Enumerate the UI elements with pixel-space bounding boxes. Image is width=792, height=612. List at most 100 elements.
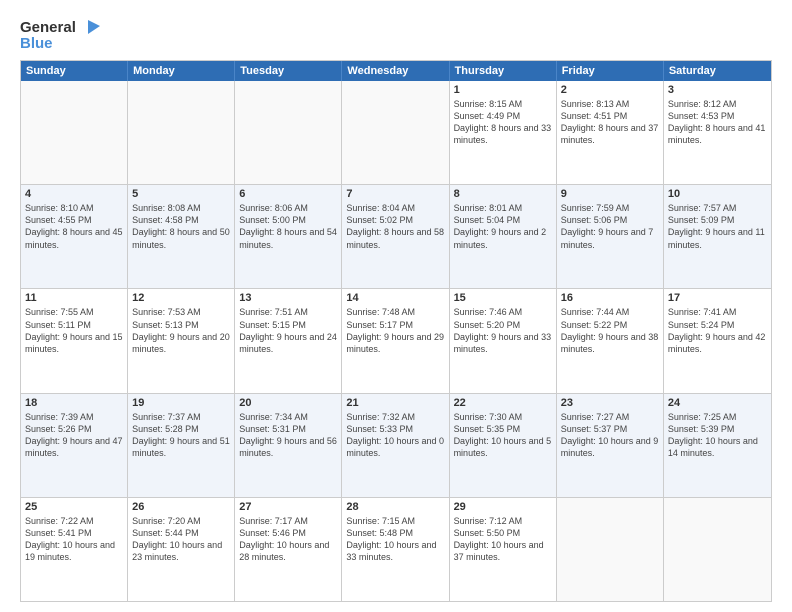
day-number: 1: [454, 84, 552, 96]
day-cell-18: 18 Sunrise: 7:39 AM Sunset: 5:26 PM Dayli…: [21, 394, 128, 497]
day-cell-15: 15 Sunrise: 7:46 AM Sunset: 5:20 PM Dayli…: [450, 289, 557, 392]
day-header-saturday: Saturday: [664, 61, 771, 81]
day-info: Sunrise: 8:04 AM Sunset: 5:02 PM Dayligh…: [346, 202, 444, 251]
day-info: Sunrise: 7:53 AM Sunset: 5:13 PM Dayligh…: [132, 306, 230, 355]
day-number: 22: [454, 397, 552, 409]
empty-cell: [664, 498, 771, 601]
day-cell-21: 21 Sunrise: 7:32 AM Sunset: 5:33 PM Dayli…: [342, 394, 449, 497]
day-number: 4: [25, 188, 123, 200]
logo: GeneralBlue: [20, 16, 110, 52]
day-number: 19: [132, 397, 230, 409]
calendar-header: SundayMondayTuesdayWednesdayThursdayFrid…: [21, 61, 771, 81]
svg-text:Blue: Blue: [20, 35, 53, 52]
day-cell-10: 10 Sunrise: 7:57 AM Sunset: 5:09 PM Dayli…: [664, 185, 771, 288]
day-number: 7: [346, 188, 444, 200]
day-number: 12: [132, 292, 230, 304]
day-number: 23: [561, 397, 659, 409]
day-info: Sunrise: 7:46 AM Sunset: 5:20 PM Dayligh…: [454, 306, 552, 355]
calendar: SundayMondayTuesdayWednesdayThursdayFrid…: [20, 60, 772, 602]
empty-cell: [342, 81, 449, 184]
day-cell-23: 23 Sunrise: 7:27 AM Sunset: 5:37 PM Dayli…: [557, 394, 664, 497]
day-cell-11: 11 Sunrise: 7:55 AM Sunset: 5:11 PM Dayli…: [21, 289, 128, 392]
empty-cell: [128, 81, 235, 184]
day-info: Sunrise: 7:41 AM Sunset: 5:24 PM Dayligh…: [668, 306, 767, 355]
day-number: 28: [346, 501, 444, 513]
day-number: 25: [25, 501, 123, 513]
day-number: 15: [454, 292, 552, 304]
day-number: 21: [346, 397, 444, 409]
day-info: Sunrise: 7:51 AM Sunset: 5:15 PM Dayligh…: [239, 306, 337, 355]
day-number: 6: [239, 188, 337, 200]
day-cell-5: 5 Sunrise: 8:08 AM Sunset: 4:58 PM Daylig…: [128, 185, 235, 288]
day-cell-24: 24 Sunrise: 7:25 AM Sunset: 5:39 PM Dayli…: [664, 394, 771, 497]
day-info: Sunrise: 7:55 AM Sunset: 5:11 PM Dayligh…: [25, 306, 123, 355]
day-info: Sunrise: 7:32 AM Sunset: 5:33 PM Dayligh…: [346, 411, 444, 460]
empty-cell: [235, 81, 342, 184]
day-info: Sunrise: 7:15 AM Sunset: 5:48 PM Dayligh…: [346, 515, 444, 564]
day-info: Sunrise: 8:06 AM Sunset: 5:00 PM Dayligh…: [239, 202, 337, 251]
day-number: 2: [561, 84, 659, 96]
calendar-row-1: 1Sunrise: 8:15 AM Sunset: 4:49 PM Daylig…: [21, 81, 771, 185]
day-number: 20: [239, 397, 337, 409]
calendar-row-5: 25Sunrise: 7:22 AM Sunset: 5:41 PM Dayli…: [21, 498, 771, 601]
day-info: Sunrise: 7:39 AM Sunset: 5:26 PM Dayligh…: [25, 411, 123, 460]
day-number: 24: [668, 397, 767, 409]
day-header-monday: Monday: [128, 61, 235, 81]
day-header-wednesday: Wednesday: [342, 61, 449, 81]
day-header-tuesday: Tuesday: [235, 61, 342, 81]
day-cell-4: 4 Sunrise: 8:10 AM Sunset: 4:55 PM Daylig…: [21, 185, 128, 288]
empty-cell: [557, 498, 664, 601]
empty-cell: [21, 81, 128, 184]
day-number: 26: [132, 501, 230, 513]
day-number: 5: [132, 188, 230, 200]
day-number: 18: [25, 397, 123, 409]
svg-text:General: General: [20, 19, 76, 36]
calendar-body: 1Sunrise: 8:15 AM Sunset: 4:49 PM Daylig…: [21, 81, 771, 601]
day-info: Sunrise: 7:25 AM Sunset: 5:39 PM Dayligh…: [668, 411, 767, 460]
day-cell-8: 8 Sunrise: 8:01 AM Sunset: 5:04 PM Daylig…: [450, 185, 557, 288]
day-info: Sunrise: 8:08 AM Sunset: 4:58 PM Dayligh…: [132, 202, 230, 251]
day-cell-20: 20Sunrise: 7:34 AM Sunset: 5:31 PM Dayli…: [235, 394, 342, 497]
day-cell-6: 6 Sunrise: 8:06 AM Sunset: 5:00 PM Daylig…: [235, 185, 342, 288]
day-number: 13: [239, 292, 337, 304]
day-info: Sunrise: 8:10 AM Sunset: 4:55 PM Dayligh…: [25, 202, 123, 251]
day-info: Sunrise: 7:59 AM Sunset: 5:06 PM Dayligh…: [561, 202, 659, 251]
day-number: 11: [25, 292, 123, 304]
day-info: Sunrise: 7:30 AM Sunset: 5:35 PM Dayligh…: [454, 411, 552, 460]
page-header: GeneralBlue: [20, 16, 772, 52]
day-cell-3: 3Sunrise: 8:12 AM Sunset: 4:53 PM Daylig…: [664, 81, 771, 184]
calendar-row-2: 4 Sunrise: 8:10 AM Sunset: 4:55 PM Daylig…: [21, 185, 771, 289]
day-cell-16: 16Sunrise: 7:44 AM Sunset: 5:22 PM Dayli…: [557, 289, 664, 392]
day-info: Sunrise: 8:01 AM Sunset: 5:04 PM Dayligh…: [454, 202, 552, 251]
day-number: 9: [561, 188, 659, 200]
day-info: Sunrise: 7:48 AM Sunset: 5:17 PM Dayligh…: [346, 306, 444, 355]
day-cell-22: 22 Sunrise: 7:30 AM Sunset: 5:35 PM Dayli…: [450, 394, 557, 497]
day-header-sunday: Sunday: [21, 61, 128, 81]
day-number: 16: [561, 292, 659, 304]
day-info: Sunrise: 7:37 AM Sunset: 5:28 PM Dayligh…: [132, 411, 230, 460]
day-number: 29: [454, 501, 552, 513]
day-number: 8: [454, 188, 552, 200]
day-cell-19: 19 Sunrise: 7:37 AM Sunset: 5:28 PM Dayli…: [128, 394, 235, 497]
day-cell-1: 1Sunrise: 8:15 AM Sunset: 4:49 PM Daylig…: [450, 81, 557, 184]
day-number: 27: [239, 501, 337, 513]
day-cell-29: 29 Sunrise: 7:12 AM Sunset: 5:50 PM Dayli…: [450, 498, 557, 601]
day-info: Sunrise: 7:57 AM Sunset: 5:09 PM Dayligh…: [668, 202, 767, 251]
day-info: Sunrise: 7:27 AM Sunset: 5:37 PM Dayligh…: [561, 411, 659, 460]
calendar-row-3: 11 Sunrise: 7:55 AM Sunset: 5:11 PM Dayli…: [21, 289, 771, 393]
day-cell-7: 7 Sunrise: 8:04 AM Sunset: 5:02 PM Daylig…: [342, 185, 449, 288]
day-info: Sunrise: 8:13 AM Sunset: 4:51 PM Dayligh…: [561, 98, 659, 147]
day-number: 17: [668, 292, 767, 304]
day-info: Sunrise: 7:20 AM Sunset: 5:44 PM Dayligh…: [132, 515, 230, 564]
day-cell-13: 13 Sunrise: 7:51 AM Sunset: 5:15 PM Dayli…: [235, 289, 342, 392]
day-cell-17: 17 Sunrise: 7:41 AM Sunset: 5:24 PM Dayli…: [664, 289, 771, 392]
day-info: Sunrise: 7:17 AM Sunset: 5:46 PM Dayligh…: [239, 515, 337, 564]
logo-image: GeneralBlue: [20, 16, 110, 52]
day-cell-28: 28 Sunrise: 7:15 AM Sunset: 5:48 PM Dayli…: [342, 498, 449, 601]
day-cell-26: 26 Sunrise: 7:20 AM Sunset: 5:44 PM Dayli…: [128, 498, 235, 601]
day-cell-27: 27 Sunrise: 7:17 AM Sunset: 5:46 PM Dayli…: [235, 498, 342, 601]
day-number: 3: [668, 84, 767, 96]
day-info: Sunrise: 7:12 AM Sunset: 5:50 PM Dayligh…: [454, 515, 552, 564]
day-number: 10: [668, 188, 767, 200]
day-header-friday: Friday: [557, 61, 664, 81]
